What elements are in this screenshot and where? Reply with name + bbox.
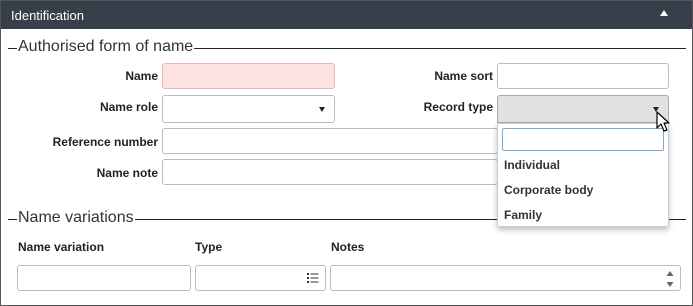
option-family[interactable]: Family xyxy=(504,208,542,222)
name-role-label: Name role xyxy=(99,100,158,114)
mouse-cursor-icon xyxy=(656,111,670,132)
option-corporate-body[interactable]: Corporate body xyxy=(504,183,593,197)
type-select[interactable] xyxy=(195,265,326,291)
name-sort-label: Name sort xyxy=(434,69,493,83)
name-note-input[interactable] xyxy=(162,159,498,185)
dropdown-search-input[interactable] xyxy=(502,128,664,151)
name-role-select[interactable] xyxy=(162,95,335,123)
record-type-label: Record type xyxy=(423,100,493,114)
name-note-label: Name note xyxy=(96,166,158,180)
authorised-form-fieldset: Authorised form of name xyxy=(8,38,686,56)
name-sort-input[interactable] xyxy=(497,63,669,89)
authorised-form-legend: Authorised form of name xyxy=(18,38,194,55)
panel-header[interactable]: Identification xyxy=(1,1,692,29)
record-type-select[interactable] xyxy=(497,95,669,123)
column-name-variation: Name variation xyxy=(18,240,105,254)
resize-spinner-icon[interactable] xyxy=(666,270,674,288)
list-icon xyxy=(307,273,319,283)
chevron-down-icon xyxy=(319,107,325,112)
reference-number-input[interactable] xyxy=(162,128,498,154)
notes-textarea[interactable] xyxy=(330,265,681,291)
option-individual[interactable]: Individual xyxy=(504,158,560,172)
collapse-icon[interactable] xyxy=(660,10,668,16)
name-input[interactable] xyxy=(162,63,335,89)
panel-title: Identification xyxy=(11,8,84,23)
record-type-dropdown: Individual Corporate body Family xyxy=(497,123,669,227)
column-notes: Notes xyxy=(331,240,365,254)
column-type: Type xyxy=(195,240,223,254)
reference-number-label: Reference number xyxy=(52,135,158,149)
name-variations-legend: Name variations xyxy=(18,209,134,226)
name-variation-input[interactable] xyxy=(17,265,191,291)
name-label: Name xyxy=(125,69,158,83)
